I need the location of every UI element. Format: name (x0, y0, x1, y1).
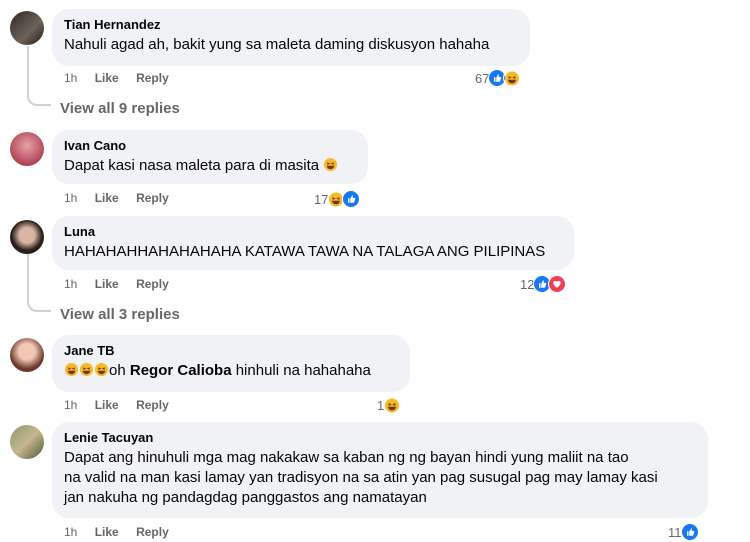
comment-text: oh Regor Calioba hinhuli na hahahaha (64, 361, 398, 381)
avatar[interactable] (10, 425, 44, 459)
comment-actions: 1h Like Reply (64, 70, 183, 86)
comment-author[interactable]: Tian Hernandez (64, 17, 518, 33)
reply-button[interactable]: Reply (136, 190, 169, 206)
comment-time[interactable]: 1h (64, 276, 77, 292)
reply-button[interactable]: Reply (136, 397, 169, 413)
like-button[interactable]: Like (95, 397, 119, 413)
love-icon (548, 275, 567, 293)
comment-text-suffix: hinhuli na hahahaha (235, 362, 371, 379)
comment-bubble: Ivan Cano Dapat kasi nasa maleta para di… (52, 130, 368, 184)
comment-author[interactable]: Luna (64, 224, 562, 240)
reply-button[interactable]: Reply (136, 524, 169, 540)
reaction-summary[interactable]: 17 (314, 189, 361, 209)
like-button[interactable]: Like (95, 190, 119, 206)
comment-time[interactable]: 1h (64, 524, 77, 540)
avatar[interactable] (10, 220, 44, 254)
comment-time[interactable]: 1h (64, 397, 77, 413)
thread-hook (27, 90, 51, 106)
comment-author[interactable]: Ivan Cano (64, 138, 356, 154)
comment-text: Dapat kasi nasa maleta para di masita (64, 156, 356, 176)
reaction-count: 11 (668, 524, 682, 540)
comment-text: HAHAHAHHAHAHAHAHA KATAWA TAWA NA TALAGA … (64, 243, 546, 260)
avatar[interactable] (10, 11, 44, 45)
comment-text: Dapat ang hinuhuli mga mag nakakaw sa ka… (64, 448, 696, 508)
reply-button[interactable]: Reply (136, 276, 169, 292)
comment-author[interactable]: Lenie Tacuyan (64, 430, 696, 446)
comment-bubble: Jane TB oh Regor Calioba hinhuli na haha… (52, 335, 410, 392)
rofl-emoji-icon (79, 362, 94, 377)
rofl-emoji-icon (323, 157, 338, 172)
comment-actions: 1h Like Reply (64, 397, 183, 413)
rofl-emoji-icon (64, 362, 79, 377)
comment-text: Nahuli agad ah, bakit yung sa maleta dam… (64, 36, 490, 53)
comment-bubble: Tian Hernandez Nahuli agad ah, bakit yun… (52, 9, 530, 66)
comment-bubble: Luna HAHAHAHHAHAHAHAHA KATAWA TAWA NA TA… (52, 216, 574, 270)
view-replies-link[interactable]: View all 9 replies (60, 100, 180, 117)
comment-actions: 1h Like Reply (64, 190, 183, 206)
view-replies-link[interactable]: View all 3 replies (60, 306, 180, 323)
like-icon (342, 190, 361, 208)
avatar[interactable] (10, 132, 44, 166)
rofl-emoji-icon (94, 362, 109, 377)
reaction-count: 17 (314, 191, 329, 207)
comment-text-body: Dapat kasi nasa maleta para di masita (64, 157, 320, 174)
avatar[interactable] (10, 338, 44, 372)
haha-icon (383, 396, 402, 414)
comment-actions: 1h Like Reply (64, 276, 183, 292)
haha-icon (503, 69, 522, 87)
reaction-count: 67 (475, 70, 490, 86)
comment-text-prefix: oh (109, 362, 126, 379)
comment-time[interactable]: 1h (64, 70, 77, 86)
like-button[interactable]: Like (95, 524, 119, 540)
like-button[interactable]: Like (95, 70, 119, 86)
like-icon (680, 523, 699, 541)
comment-bubble: Lenie Tacuyan Dapat ang hinuhuli mga mag… (52, 422, 708, 518)
thread-line (27, 254, 29, 298)
like-button[interactable]: Like (95, 276, 119, 292)
comment-text-line: jan nakuha ng pandagdag panggastos ang n… (64, 489, 427, 506)
comment-actions: 1h Like Reply (64, 524, 183, 540)
reaction-summary[interactable]: 67 (475, 68, 522, 88)
reaction-summary[interactable]: 12 (520, 274, 567, 294)
reply-button[interactable]: Reply (136, 70, 169, 86)
comment-text-line: na valid na man kasi lamay yan tradisyon… (64, 469, 658, 486)
reaction-count: 12 (520, 276, 535, 292)
comment-text-line: Dapat ang hinuhuli mga mag nakakaw sa ka… (64, 449, 629, 466)
comment-time[interactable]: 1h (64, 190, 77, 206)
comment-author[interactable]: Jane TB (64, 343, 398, 359)
reaction-summary[interactable]: 11 (668, 522, 699, 542)
thread-hook (27, 296, 51, 312)
thread-line (27, 46, 29, 92)
mention-link[interactable]: Regor Calioba (130, 362, 232, 379)
reaction-summary[interactable]: 1 (377, 395, 402, 415)
